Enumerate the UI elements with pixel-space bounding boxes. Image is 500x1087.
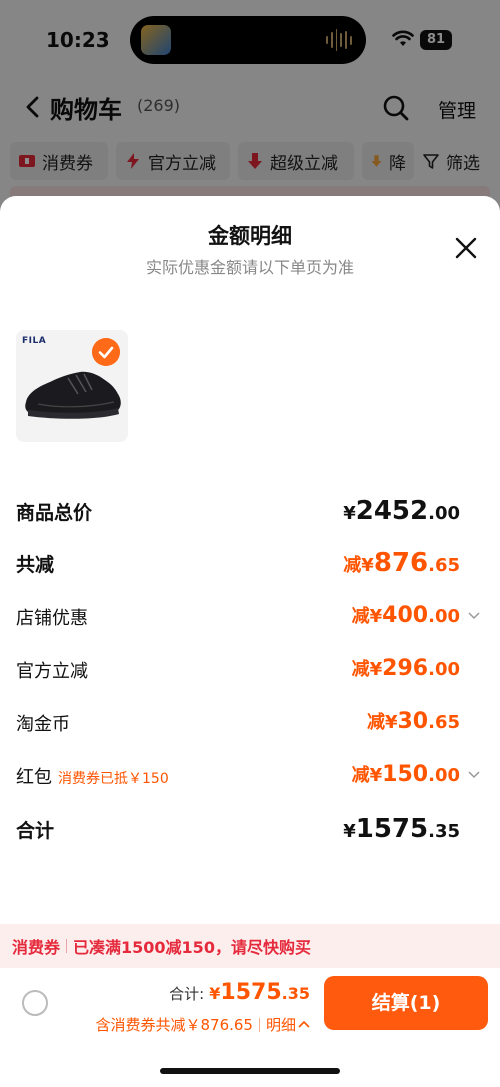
promo-message: 已凑满1500减150，请尽快购买 [73, 938, 311, 957]
select-all-checkbox[interactable] [22, 990, 48, 1016]
total-value: ¥1575.35 [343, 814, 460, 844]
coupon-applied-tag: 消费券已抵￥150 [58, 771, 169, 787]
official-discount-value: 减¥296.00 [351, 656, 460, 681]
product-thumbnail[interactable]: FILA [16, 330, 128, 442]
detail-label: 明细 [265, 1016, 296, 1034]
close-icon[interactable] [454, 236, 478, 260]
shoe-image [25, 371, 121, 419]
taojinbi-value: 减¥30.65 [366, 709, 460, 734]
footer-total-label: 合计: [169, 985, 205, 1003]
row-shop-discount[interactable]: 店铺优惠 减¥400.00 [16, 603, 484, 636]
coupon-promo-bar: 消费券 已凑满1500减150，请尽快购买 [0, 924, 500, 968]
checkout-footer: 合计: ¥1575.35 含消费券共减￥876.65 明细 结算(1) [0, 968, 500, 1087]
sheet-subtitle: 实际优惠金额请以下单页为准 [145, 258, 354, 277]
chevron-up-icon [298, 1020, 310, 1028]
row-label: 商品总价 [16, 502, 93, 524]
brand-logo: FILA [22, 336, 47, 346]
divider [66, 939, 68, 953]
row-label: 淘金币 [16, 714, 70, 735]
price-detail-sheet: 金额明细 实际优惠金额请以下单页为准 FILA 商品总价 ¥2452.00 共减… [0, 196, 500, 1087]
row-label: 官方立减 [16, 661, 88, 682]
row-red-packet[interactable]: 红包 消费券已抵￥150 减¥150.00 [16, 762, 484, 795]
footer-discount[interactable]: 含消费券共减￥876.65 明细 [95, 1014, 310, 1035]
discount-text: 含消费券共减￥876.65 [95, 1016, 253, 1034]
footer-total: 合计: ¥1575.35 [169, 980, 310, 1005]
sheet-title: 金额明细 [208, 224, 292, 248]
chevron-down-icon [468, 612, 480, 620]
row-label: 合计 [16, 820, 55, 842]
row-official-discount: 官方立减 减¥296.00 [16, 656, 484, 689]
subtotal-value: ¥2452.00 [343, 496, 460, 526]
footer-total-value: 1575 [220, 980, 282, 1005]
row-label: 店铺优惠 [16, 608, 88, 629]
shop-discount-value: 减¥400.00 [351, 603, 460, 628]
red-packet-value: 减¥150.00 [351, 762, 460, 787]
row-label: 共减 [16, 554, 55, 576]
total-discount-value: 减¥876.65 [343, 548, 460, 578]
promo-label: 消费券 [12, 938, 61, 957]
checkout-button[interactable]: 结算(1) [324, 976, 488, 1030]
row-label: 红包 消费券已抵￥150 [16, 767, 169, 788]
home-indicator [160, 1068, 340, 1074]
row-total-discount: 共减 减¥876.65 [16, 548, 484, 582]
row-taojinbi: 淘金币 减¥30.65 [16, 709, 484, 742]
checkmark-icon [92, 338, 120, 366]
chevron-down-icon [468, 771, 480, 779]
row-subtotal: 商品总价 ¥2452.00 [16, 496, 484, 530]
row-total: 合计 ¥1575.35 [16, 814, 484, 848]
divider [258, 1017, 260, 1032]
